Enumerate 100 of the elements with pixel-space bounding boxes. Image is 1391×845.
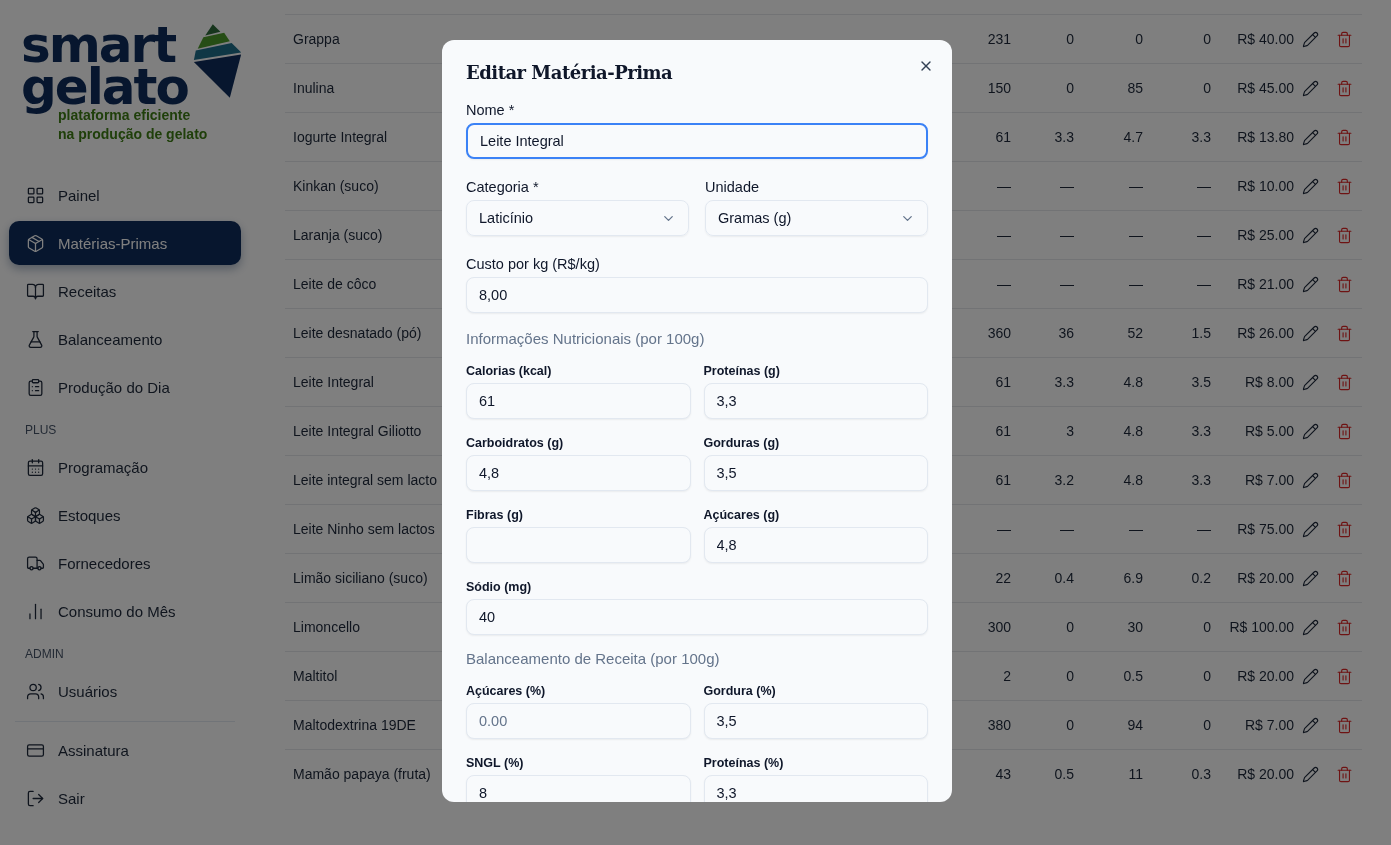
price-cell: R$ 21.00 xyxy=(1237,276,1294,292)
trash-icon[interactable] xyxy=(1335,30,1353,48)
select-field[interactable]: Laticínio xyxy=(466,200,689,236)
nav-item[interactable]: Programação xyxy=(9,445,241,489)
trash-icon[interactable] xyxy=(1335,569,1353,587)
input-field[interactable]: 8 xyxy=(466,775,691,802)
trash-icon[interactable] xyxy=(1335,716,1353,734)
name-input[interactable]: Leite Integral xyxy=(466,123,928,159)
table-cell: 0 xyxy=(1066,80,1074,96)
price-cell: R$ 5.00 xyxy=(1244,423,1294,439)
input-field[interactable]: 4,8 xyxy=(466,455,691,491)
pencil-icon[interactable] xyxy=(1301,765,1319,783)
trash-icon[interactable] xyxy=(1335,177,1353,195)
field-label: Fibras (g) xyxy=(466,507,524,524)
input-field[interactable]: 8,00 xyxy=(466,277,928,313)
nav-item[interactable]: Sair xyxy=(9,776,241,820)
pencil-icon[interactable] xyxy=(1301,79,1319,97)
field-label: Gordura (%) xyxy=(703,683,777,700)
field-label: Açúcares (g) xyxy=(703,507,781,524)
table-cell: 0 xyxy=(1066,619,1074,635)
table-cell: 61 xyxy=(995,374,1011,390)
input-field[interactable]: 40 xyxy=(466,599,928,635)
trash-icon[interactable] xyxy=(1335,373,1353,391)
nav-item[interactable]: Assinatura xyxy=(9,728,241,772)
pencil-icon[interactable] xyxy=(1301,667,1319,685)
select-field[interactable]: Gramas (g) xyxy=(705,200,928,236)
table-cell: 85 xyxy=(1127,80,1143,96)
trash-icon[interactable] xyxy=(1335,667,1353,685)
nav-item[interactable]: Produção do Dia xyxy=(9,365,241,409)
table-cell: 61 xyxy=(995,129,1011,145)
table-cell: 0 xyxy=(1135,31,1143,47)
nav-item[interactable]: Receitas xyxy=(9,269,241,313)
trash-icon[interactable] xyxy=(1335,324,1353,342)
logout-icon xyxy=(26,788,45,808)
name-cell: Leite de côco xyxy=(293,276,377,292)
input-field[interactable]: 0.00 xyxy=(466,703,691,739)
field-label: Categoria * xyxy=(466,178,540,197)
table-cell: 0 xyxy=(1203,717,1211,733)
table-cell: 3.3 xyxy=(1054,374,1074,390)
table-cell: 0 xyxy=(1066,717,1074,733)
nav-item[interactable]: Usuários xyxy=(9,669,241,713)
nav-item[interactable]: Balanceamento xyxy=(9,317,241,361)
trash-icon[interactable] xyxy=(1335,79,1353,97)
table-cell: 11 xyxy=(1128,766,1143,782)
pencil-icon[interactable] xyxy=(1301,520,1319,538)
name-cell: Maltodextrina 19DE xyxy=(293,717,416,733)
pencil-icon[interactable] xyxy=(1301,471,1319,489)
trash-icon[interactable] xyxy=(1335,128,1353,146)
field-label: Carboidratos (g) xyxy=(466,435,565,452)
trash-icon[interactable] xyxy=(1335,275,1353,293)
table-cell: — xyxy=(1060,276,1074,292)
name-cell: Leite integral sem lacto xyxy=(293,472,437,488)
input-field[interactable]: 3,3 xyxy=(703,383,928,419)
nav-item[interactable]: Painel xyxy=(9,173,241,217)
trash-icon[interactable] xyxy=(1335,618,1353,636)
pencil-icon[interactable] xyxy=(1301,177,1319,195)
table-cell: 0 xyxy=(1066,668,1074,684)
input-field[interactable]: 61 xyxy=(466,383,691,419)
pencil-icon[interactable] xyxy=(1301,716,1319,734)
input-field[interactable]: 3,3 xyxy=(703,775,928,802)
trash-icon[interactable] xyxy=(1335,765,1353,783)
table-cell: 0.5 xyxy=(1123,668,1143,684)
boxes-icon xyxy=(26,505,45,525)
name-cell: Maltitol xyxy=(293,668,338,684)
trash-icon[interactable] xyxy=(1335,471,1353,489)
trash-icon[interactable] xyxy=(1335,520,1353,538)
table-cell: — xyxy=(1197,276,1211,292)
section-heading: ADMIN xyxy=(24,646,65,663)
field-label: Unidade xyxy=(705,178,760,197)
name-cell: Mamão papaya (fruta) xyxy=(293,766,431,782)
trash-icon[interactable] xyxy=(1335,422,1353,440)
pencil-icon[interactable] xyxy=(1301,30,1319,48)
price-cell: R$ 20.00 xyxy=(1237,668,1294,684)
nav-item[interactable]: Estoques xyxy=(9,493,241,537)
price-cell: R$ 10.00 xyxy=(1237,178,1294,194)
pencil-icon[interactable] xyxy=(1301,128,1319,146)
table-cell: 4.8 xyxy=(1123,423,1143,439)
field-label: SNGL (%) xyxy=(466,755,525,772)
pencil-icon[interactable] xyxy=(1301,324,1319,342)
field-label: Proteínas (%) xyxy=(703,755,785,772)
pencil-icon[interactable] xyxy=(1301,618,1319,636)
pencil-icon[interactable] xyxy=(1301,373,1319,391)
nav-item[interactable]: Matérias-Primas xyxy=(9,221,241,265)
price-cell: R$ 40.00 xyxy=(1237,31,1294,47)
pencil-icon[interactable] xyxy=(1301,226,1319,244)
price-cell: R$ 20.00 xyxy=(1237,570,1294,586)
input-field[interactable]: 3,5 xyxy=(703,455,928,491)
trash-icon[interactable] xyxy=(1335,226,1353,244)
pencil-icon[interactable] xyxy=(1301,275,1319,293)
table-cell: — xyxy=(1129,521,1143,537)
nav-item[interactable]: Consumo do Mês xyxy=(9,589,241,633)
pencil-icon[interactable] xyxy=(1301,569,1319,587)
pencil-icon[interactable] xyxy=(1301,422,1319,440)
table-cell: 43 xyxy=(995,766,1011,782)
table-cell: 94 xyxy=(1127,717,1143,733)
price-cell: R$ 100.00 xyxy=(1229,619,1294,635)
input-field[interactable]: 4,8 xyxy=(703,527,928,563)
input-field[interactable]: 3,5 xyxy=(703,703,928,739)
nav-item[interactable]: Fornecedores xyxy=(9,541,241,585)
price-cell: R$ 7.00 xyxy=(1244,472,1294,488)
